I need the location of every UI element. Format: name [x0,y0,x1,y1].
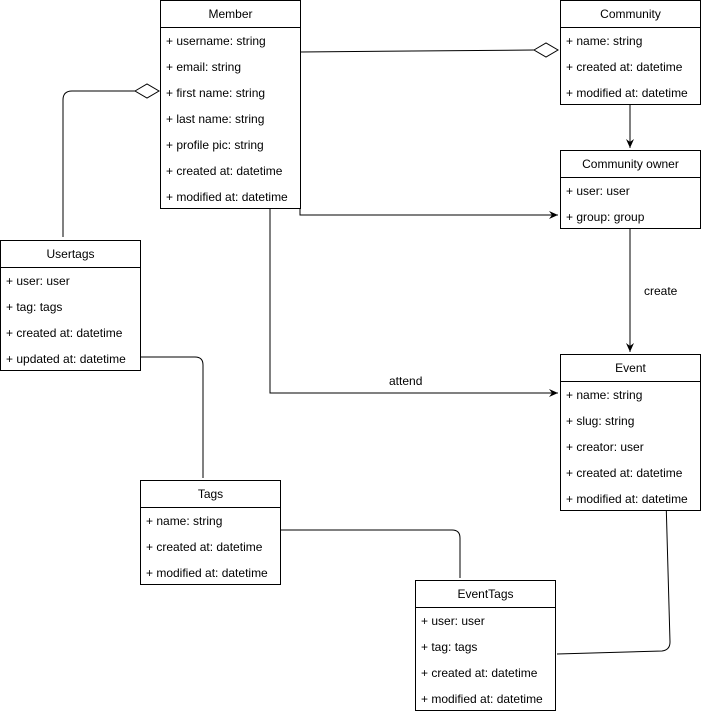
class-attribute: + tag: tags [6,300,63,314]
class-usertags[interactable]: Usertags + user: user + tag: tags + created… [0,240,141,371]
aggregation-diamond-icon [134,83,160,99]
eventtags-event-aggregation [556,498,671,655]
attend-arrow [269,208,558,397]
class-attribute: + name: string [566,34,643,48]
class-attribute: + updated at: datetime [6,352,126,366]
class-attribute: + name: string [146,514,223,528]
class-tags[interactable]: Tags + name: string + created at: datetime… [140,480,281,585]
class-community-owner[interactable]: Community owner + user: user + group: grou… [560,150,701,229]
class-title: Usertags [1,241,140,268]
aggregation-diamond-icon [533,42,559,58]
class-attribute: + last name: string [166,112,265,126]
class-title: Member [161,1,300,28]
class-community[interactable]: Community + name: string + created at: dat… [560,0,701,105]
class-attribute: + modified at: datetime [146,566,268,580]
class-attribute: + created at: datetime [6,326,123,340]
class-eventtags[interactable]: EventTags + user: user + tag: tags + create… [415,580,556,711]
class-attribute: + name: string [566,388,643,402]
class-attribute: + created at: datetime [421,666,538,680]
class-attribute: + user: user [566,184,630,198]
class-attribute: + modified at: datetime [421,692,543,706]
class-attribute: + tag: tags [421,640,478,654]
class-attribute: + modified at: datetime [566,86,688,100]
class-attribute: + slug: string [566,414,635,428]
class-member[interactable]: Member + username: string + email: string +… [160,0,301,209]
member-owner-arrow [299,190,558,219]
class-title: Event [561,355,700,382]
class-attribute: + created at: datetime [566,60,683,74]
class-attribute: + created at: datetime [566,466,683,480]
class-attribute: + profile pic: string [166,138,264,152]
class-title: Tags [141,481,280,508]
class-attribute: + email: string [166,60,242,74]
class-attribute: + created at: datetime [166,164,283,178]
class-attribute: + user: user [421,614,485,628]
usertags-member-aggregation [62,90,135,237]
class-title: Community owner [561,151,700,178]
create-label: create [644,284,678,298]
class-event[interactable]: Event + name: string + slug: string + creat… [560,354,701,511]
class-title: EventTags [416,581,555,608]
class-attribute: + user: user [6,274,70,288]
tags-eventtags-link [280,529,461,578]
attend-label: attend [389,374,423,388]
uml-diagram: create attend Member + username: string + … [0,0,701,714]
class-attribute: + created at: datetime [146,540,263,554]
class-attribute: + modified at: datetime [166,190,288,204]
class-attribute: + first name: string [166,86,266,100]
class-attribute: + username: string [166,34,266,48]
usertags-tags-link [140,356,204,478]
class-attribute: + modified at: datetime [566,492,688,506]
member-community-aggregation [299,49,535,53]
class-title: Community [561,1,700,28]
class-attribute: + group: group [566,210,645,224]
class-attribute: + creator: user [566,440,644,454]
